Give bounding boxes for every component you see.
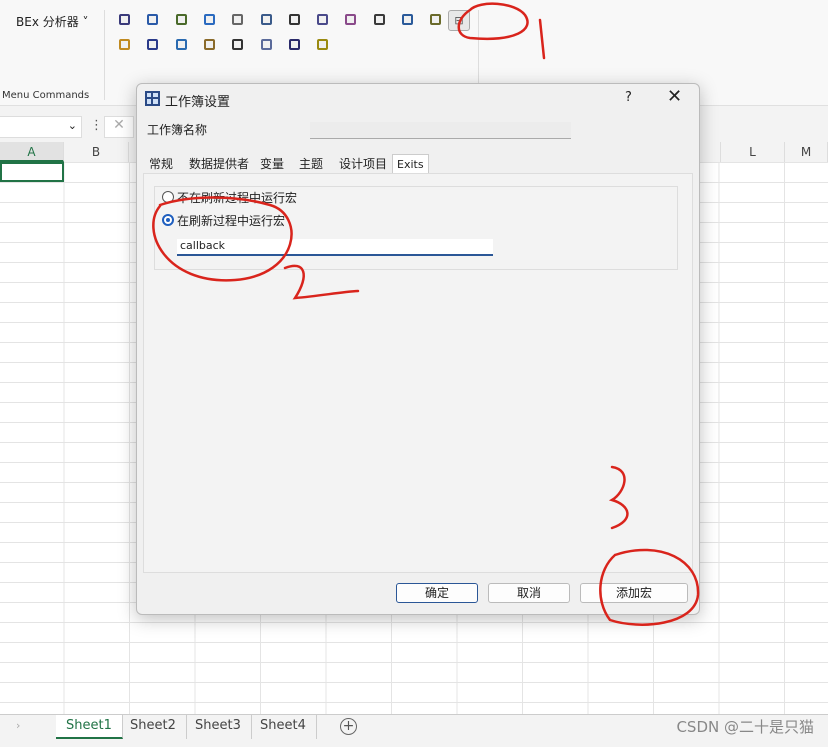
scroll-tabs-icon[interactable]: › (16, 719, 20, 732)
close-button[interactable]: ✕ (667, 86, 682, 107)
ribbon-command-icon[interactable] (147, 14, 159, 25)
ribbon-command-icon[interactable] (203, 39, 215, 50)
column-header-l[interactable]: L (720, 142, 785, 162)
sheet-tab[interactable]: Sheet1 (56, 715, 123, 739)
radio-label: 不在刷新过程中运行宏 (177, 191, 298, 205)
ribbon-command-icon[interactable] (317, 14, 329, 25)
workbook-name-label: 工作簿名称 (147, 123, 208, 137)
add-macro-button[interactable]: 添加宏 (580, 583, 688, 603)
ribbon-command-icon[interactable] (260, 39, 272, 50)
tab-exits[interactable]: Exits (392, 154, 429, 174)
ribbon-command-icon[interactable] (175, 14, 187, 25)
macro-options-group: 不在刷新过程中运行宏 在刷新过程中运行宏 callback (154, 186, 678, 270)
cancel-button[interactable]: 取消 (488, 583, 570, 603)
dialog-title: 工作簿设置 (165, 95, 231, 110)
radio-run-macro[interactable] (162, 214, 174, 226)
ribbon-command-icon[interactable] (345, 14, 357, 25)
ribbon-command-icon[interactable] (119, 14, 130, 25)
ribbon-command-icon[interactable] (119, 39, 130, 50)
column-header-a[interactable]: A (0, 142, 64, 162)
cancel-icon[interactable]: ✕ (104, 116, 134, 138)
ribbon-command-icon[interactable] (260, 14, 272, 25)
chevron-down-icon[interactable]: ⌄ (68, 119, 77, 132)
help-button[interactable]: ? (625, 90, 632, 105)
selected-cell[interactable] (0, 162, 64, 182)
workbook-icon (145, 91, 160, 106)
ribbon-command-icon[interactable] (317, 39, 329, 50)
sheet-tab[interactable]: Sheet2 (120, 715, 187, 739)
tab-variables[interactable]: 变量 (260, 154, 284, 174)
tab-general[interactable]: 常规 (149, 154, 173, 174)
ribbon-command-icon[interactable] (288, 14, 300, 25)
group-label: Menu Commands (2, 90, 90, 101)
ribbon-command-icon[interactable] (373, 14, 385, 25)
watermark: CSDN @二十是只猫 (676, 718, 814, 736)
ribbon-command-icon[interactable] (203, 14, 215, 25)
ribbon-command-icon[interactable] (232, 14, 244, 25)
macro-name-input[interactable]: callback (177, 239, 493, 256)
workbook-name-input[interactable] (310, 122, 571, 139)
more-icon[interactable]: ⋮ (90, 118, 103, 133)
tab-data-providers[interactable]: 数据提供者 (189, 154, 249, 174)
radio-label: 在刷新过程中运行宏 (177, 214, 286, 228)
tab-design-items[interactable]: 设计项目 (339, 154, 387, 174)
divider (104, 10, 105, 100)
name-box[interactable]: ⌄ (0, 116, 82, 138)
bex-analyzer-menu[interactable]: BEx 分析器 ˅ (16, 13, 89, 30)
exits-panel: 不在刷新过程中运行宏 在刷新过程中运行宏 callback (143, 173, 693, 573)
add-sheet-icon[interactable]: + (340, 718, 357, 735)
sheet-tab[interactable]: Sheet3 (185, 715, 252, 739)
column-header-m[interactable]: M (785, 142, 828, 162)
sheet-tab[interactable]: Sheet4 (250, 715, 317, 739)
ok-button[interactable]: 确定 (396, 583, 478, 603)
column-header-b[interactable]: B (64, 142, 129, 162)
radio-no-macro[interactable] (162, 191, 174, 203)
ribbon-command-icon[interactable] (288, 39, 300, 50)
ribbon-command-icon[interactable] (402, 14, 413, 25)
ribbon-command-icon[interactable] (175, 39, 187, 50)
ribbon-command-icon[interactable] (430, 14, 442, 25)
tab-themes[interactable]: 主题 (299, 154, 323, 174)
status-bar (0, 740, 828, 747)
workbook-settings-dialog: 工作簿设置 ? ✕ 工作簿名称 常规 数据提供者 变量 主题 设计项目 Exit… (136, 83, 700, 615)
workbook-settings-icon[interactable]: ⊟ (448, 10, 470, 31)
ribbon-command-icon[interactable] (147, 39, 159, 50)
ribbon-command-icon[interactable] (232, 39, 244, 50)
